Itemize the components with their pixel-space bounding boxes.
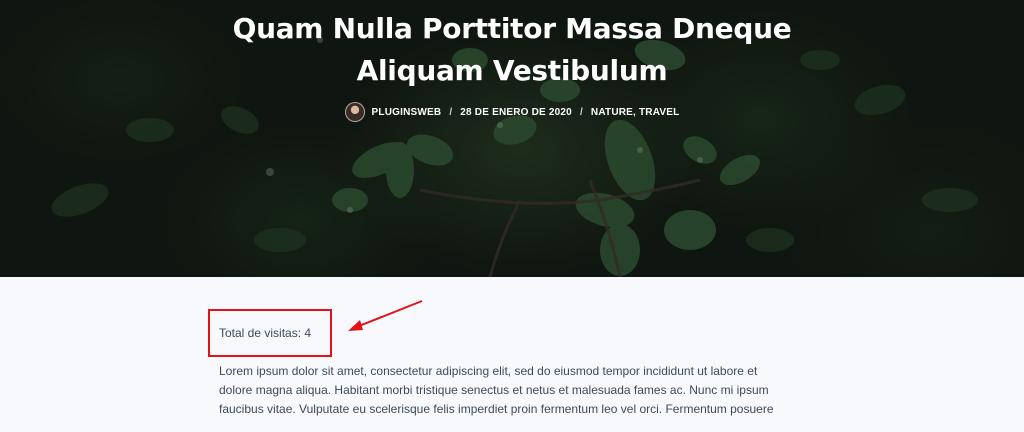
- post-body: Lorem ipsum dolor sit amet, consectetur …: [219, 362, 809, 419]
- post-title: Quam Nulla Porttitor Massa Dneque Aliqua…: [200, 8, 824, 92]
- post-meta: PLUGINSWEB / 28 DE ENERO DE 2020 / NATUR…: [0, 101, 1024, 123]
- visit-counter: Total de visitas: 4: [219, 326, 312, 340]
- author-avatar[interactable]: [344, 102, 365, 122]
- paragraph-line: dolore magna aliqua. Habitant morbi tris…: [219, 383, 769, 397]
- post-paragraph: Lorem ipsum dolor sit amet, consectetur …: [219, 362, 809, 419]
- post-title-line-2: Aliquam Vestibulum: [356, 54, 668, 87]
- author-link[interactable]: PLUGINSWEB: [372, 107, 442, 118]
- annotation-arrow-icon: [348, 300, 423, 331]
- meta-separator: /: [449, 106, 453, 118]
- hero-featured-image: Quam Nulla Porttitor Massa Dneque Aliqua…: [0, 0, 1024, 277]
- post-date: 28 DE ENERO DE 2020: [460, 106, 572, 118]
- post-title-line-1: Quam Nulla Porttitor Massa Dneque: [232, 12, 792, 45]
- paragraph-line: Lorem ipsum dolor sit amet, consectetur …: [219, 364, 758, 378]
- meta-separator: /: [579, 106, 583, 118]
- paragraph-line: faucibus vitae. Vulputate eu scelerisque…: [219, 402, 774, 416]
- post-categories[interactable]: NATURE, TRAVEL: [591, 107, 680, 118]
